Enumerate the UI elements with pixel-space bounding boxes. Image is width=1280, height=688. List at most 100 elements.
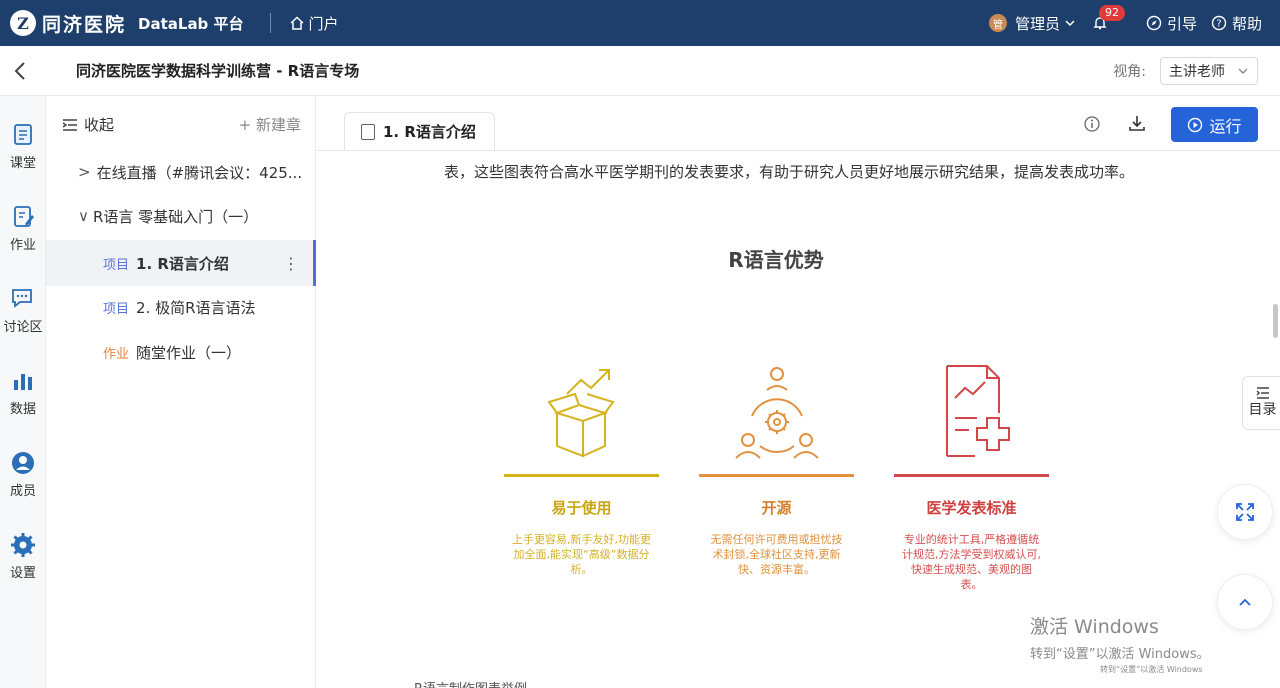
chapter-panel: 收起 + 新建章 > 在线直播（#腾讯会议：425... ∨ R语言 零基础入门… xyxy=(46,96,316,688)
collapse-label: 收起 xyxy=(84,116,115,134)
guide-label: 引导 xyxy=(1166,14,1197,33)
chapter-title: R语言 零基础入门（一） xyxy=(92,207,259,226)
data-icon xyxy=(14,374,32,390)
toc-button[interactable]: 目录 xyxy=(1242,376,1280,430)
settings-icon xyxy=(11,533,35,557)
svg-text:?: ? xyxy=(1216,19,1221,30)
next-section-heading: R语言制作图表举例 xyxy=(414,678,527,688)
project-tag: 项目 xyxy=(103,257,130,273)
rail-label: 作业 xyxy=(9,238,36,253)
collapse-button[interactable]: 收起 xyxy=(62,114,114,135)
run-label: 运行 xyxy=(1209,116,1242,136)
rail-classroom[interactable]: 课堂 xyxy=(0,122,46,171)
fullscreen-button[interactable] xyxy=(1217,484,1273,540)
course-header: 同济医院医学数据科学训练营 - R语言专场 视角: 主讲老师 xyxy=(0,46,1280,96)
guide-button[interactable]: 引导 xyxy=(1146,13,1197,34)
chevron-left-icon xyxy=(14,61,25,80)
rail-label: 设置 xyxy=(9,566,36,581)
expand-icon xyxy=(1236,503,1254,521)
card-title: 开源 xyxy=(761,499,792,517)
lesson-item-active[interactable]: 项目 1. R语言介绍 ⋮ xyxy=(46,240,316,286)
intro-paragraph: 表，这些图表符合高水平医学期刊的发表要求，有助于研究人员更好地展示研究结果，提高… xyxy=(444,163,1135,181)
lesson-item[interactable]: 项目 2. 极简R语言语法 xyxy=(46,287,316,327)
chapter-r-basics[interactable]: ∨ R语言 零基础入门（一） xyxy=(46,196,316,236)
member-icon xyxy=(12,452,34,474)
portal-link[interactable]: 门户 xyxy=(289,13,339,34)
logo-name: 同济医院 xyxy=(42,13,127,36)
rail-label: 成员 xyxy=(9,484,36,499)
rail-label: 课堂 xyxy=(9,156,36,171)
rail-homework[interactable]: 作业 xyxy=(0,204,46,253)
info-icon[interactable] xyxy=(1082,114,1102,134)
discussion-icon xyxy=(12,289,32,308)
run-button[interactable]: 运行 xyxy=(1171,107,1258,142)
homework-icon xyxy=(14,206,34,227)
course-title: 同济医院医学数据科学训练营 - R语言专场 xyxy=(76,62,360,80)
homework-item[interactable]: 作业 随堂作业（一） xyxy=(46,332,316,372)
new-chapter-button[interactable]: + 新建章 xyxy=(239,114,301,135)
activation-title: 激活 Windows xyxy=(1030,616,1159,638)
advantage-card-publication: 医学发表标准 专业的统计工具,严格遵循统计规范,方法学受到权威认可,快速生成规范… xyxy=(894,328,1049,592)
chevron-right-icon: > xyxy=(78,163,91,181)
chapter-title: 在线直播（#腾讯会议：425... xyxy=(96,163,303,182)
rail-label: 讨论区 xyxy=(3,320,43,335)
content-area: 1. R语言介绍 运行 表，这些图表符合高水平医学期刊的发表要求，有助于研究人员… xyxy=(316,96,1280,688)
card-divider xyxy=(894,474,1049,477)
download-icon xyxy=(1129,116,1145,131)
rail-settings[interactable]: 设置 xyxy=(0,532,46,581)
community-icon xyxy=(734,367,819,459)
tab-divider xyxy=(316,150,1280,151)
lesson-title: 1. R语言介绍 xyxy=(136,254,229,273)
rail-label: 数据 xyxy=(9,402,36,417)
compass-icon xyxy=(1146,15,1162,31)
chevron-down-icon xyxy=(1238,68,1248,74)
rail-members[interactable]: 成员 xyxy=(0,450,46,499)
rail-discussion[interactable]: 讨论区 xyxy=(0,286,46,335)
chevron-down-icon: ∨ xyxy=(78,207,89,225)
divider xyxy=(269,13,271,33)
card-description: 无需任何许可费用或担忧技术封锁,全球社区支持,更新快、资源丰富。 xyxy=(710,533,843,576)
chevron-down-icon xyxy=(1065,20,1075,27)
chapter-live[interactable]: > 在线直播（#腾讯会议：425... xyxy=(46,152,316,192)
notebook-icon xyxy=(361,123,375,140)
download-button[interactable] xyxy=(1122,108,1152,138)
top-bar: Z 同济医院 DataLab 平台 门户 管 管理员 92 引导 ? 帮助 xyxy=(0,0,1280,46)
list-icon xyxy=(1256,387,1269,399)
card-title: 医学发表标准 xyxy=(926,499,1017,517)
logo[interactable]: Z 同济医院 xyxy=(10,10,126,37)
avatar[interactable]: 管 xyxy=(988,14,1007,32)
project-tag: 项目 xyxy=(103,301,130,317)
help-icon: ? xyxy=(1211,15,1227,31)
scroll-top-button[interactable] xyxy=(1217,574,1273,630)
slide-title: R语言优势 xyxy=(728,248,824,272)
notification-badge: 92 xyxy=(1098,5,1125,21)
homework-tag: 作业 xyxy=(103,346,130,362)
notification-button[interactable]: 92 xyxy=(1090,5,1125,33)
more-options-icon[interactable]: ⋮ xyxy=(283,254,299,273)
card-description: 上手更容易,新手友好,功能更加全面,能实现“高级”数据分析。 xyxy=(512,533,651,576)
play-icon xyxy=(1188,117,1203,132)
open-box-icon xyxy=(546,369,615,458)
card-divider xyxy=(699,474,854,477)
view-select[interactable]: 主讲老师 xyxy=(1160,56,1258,85)
activation-small: 转到“设置”以激活 Windows xyxy=(1100,665,1203,674)
tab-r-intro[interactable]: 1. R语言介绍 xyxy=(344,112,495,150)
medical-report-icon xyxy=(945,365,1010,457)
help-button[interactable]: ? 帮助 xyxy=(1211,13,1262,34)
homework-title: 随堂作业（一） xyxy=(136,343,242,362)
rail-data[interactable]: 数据 xyxy=(0,368,46,417)
lesson-title: 2. 极简R语言语法 xyxy=(136,298,256,317)
classroom-icon xyxy=(14,124,32,145)
advantage-card-easy: 易于使用 上手更容易,新手友好,功能更加全面,能实现“高级”数据分析。 xyxy=(504,328,659,577)
chevron-up-icon xyxy=(1239,598,1251,606)
scrollbar[interactable] xyxy=(1273,304,1278,338)
user-name: 管理员 xyxy=(1014,14,1060,33)
back-button[interactable] xyxy=(0,46,40,96)
view-label: 视角: xyxy=(1113,63,1146,80)
toc-label: 目录 xyxy=(1248,402,1277,418)
logo-icon: Z xyxy=(10,10,36,36)
user-menu[interactable]: 管理员 xyxy=(1015,13,1076,34)
collapse-icon xyxy=(62,118,77,131)
left-rail: 课堂 作业 讨论区 数据 成员 设置 xyxy=(0,96,46,688)
activation-subtitle: 转到“设置”以激活 Windows。 xyxy=(1030,647,1210,662)
